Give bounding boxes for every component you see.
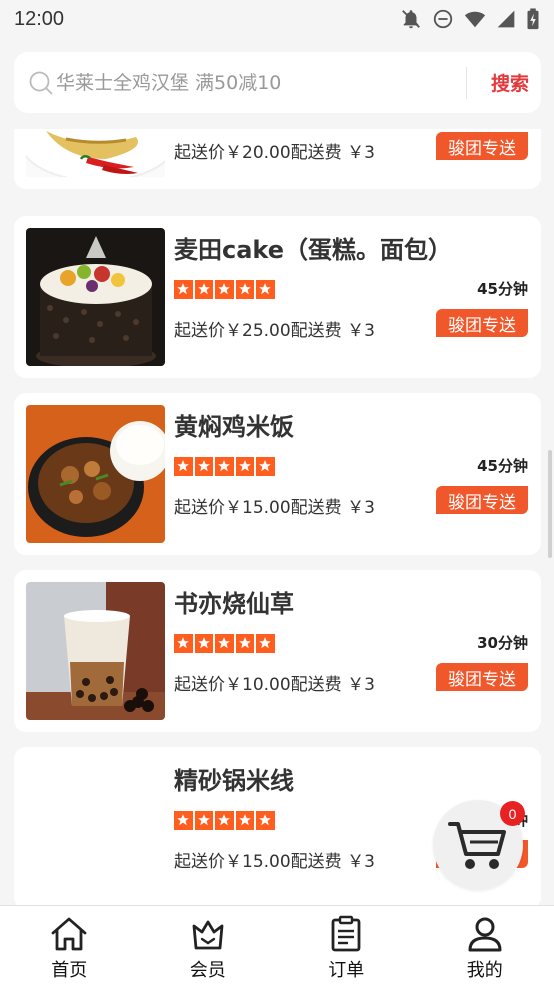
shop-image-bubble-tea [26,582,165,720]
shop-fee: 起送价￥25.00配送费 ￥3 [174,321,375,341]
star-icon [235,811,254,830]
do-not-disturb-icon [433,9,453,29]
nav-item-home[interactable]: 首页 [0,906,139,985]
notifications-off-icon [402,10,420,29]
shop-card[interactable]: 书亦烧仙草 30分钟 起送价￥10.00配送费 ￥3 骏团专送 [14,570,541,732]
scrollbar[interactable] [548,450,552,558]
nav-label: 会员 [189,960,226,981]
shopping-cart-icon [448,822,506,869]
nav-item-orders[interactable]: 订单 [277,906,416,985]
star-icon [174,457,193,476]
star-rating [174,280,275,299]
home-icon [51,917,87,951]
star-icon [235,280,254,299]
status-bar: 12:00 [0,0,554,38]
shop-fee: 起送价￥15.00配送费 ￥3 [174,498,375,518]
star-icon [256,634,275,653]
delivery-time: 30分钟 [477,634,528,652]
shop-card[interactable]: 起送价￥20.00配送费 ￥3 骏团专送 [14,129,541,189]
delivery-time: 45分钟 [477,457,528,475]
star-icon [174,280,193,299]
star-icon [194,811,213,830]
shop-image-cake [26,228,165,366]
nav-label: 首页 [51,960,88,981]
star-icon [235,457,254,476]
search-button[interactable]: 搜索 [491,69,529,96]
status-time: 12:00 [14,7,65,30]
star-icon [256,457,275,476]
star-icon [194,457,213,476]
star-icon [174,634,193,653]
star-icon [194,280,213,299]
shop-name: 精砂锅米线 [174,767,294,795]
shop-card[interactable]: 黄焖鸡米饭 45分钟 起送价￥15.00配送费 ￥3 骏团专送 [14,393,541,555]
shop-name: 黄焖鸡米饭 [174,413,294,441]
search-bar: 搜索 [14,52,541,113]
delivery-tag: 骏团专送 [436,663,528,691]
star-icon [215,280,234,299]
nav-item-profile[interactable]: 我的 [416,906,554,985]
delivery-tag: 骏团专送 [436,309,528,337]
shop-fee: 起送价￥20.00配送费 ￥3 [174,143,375,163]
star-rating [174,457,275,476]
star-icon [194,634,213,653]
battery-charging-icon [527,8,539,30]
shop-image-placeholder [26,759,165,897]
shop-fee: 起送价￥10.00配送费 ￥3 [174,675,375,695]
shop-image-peppers [26,129,165,179]
order-icon [331,915,361,952]
nav-label: 我的 [466,960,503,981]
delivery-time: 45分钟 [477,280,528,298]
star-icon [215,457,234,476]
nav-item-member[interactable]: 会员 [139,906,278,985]
signal-icon [497,10,515,28]
shop-card[interactable]: 麦田cake（蛋糕。面包） 45分钟 起送价￥25.00配送费 ￥3 骏团专送 [14,216,541,378]
shop-name: 书亦烧仙草 [174,590,294,618]
member-icon [192,920,224,950]
wifi-icon [464,11,486,28]
search-divider [465,66,467,99]
star-icon [235,634,254,653]
star-icon [215,811,234,830]
shop-name: 麦田cake（蛋糕。面包） [174,236,453,264]
shop-fee: 起送价￥15.00配送费 ￥3 [174,852,375,872]
nav-label: 订单 [328,960,365,981]
star-icon [215,634,234,653]
star-icon [256,280,275,299]
star-icon [174,811,193,830]
search-icon [29,71,53,95]
delivery-tag: 骏团专送 [436,486,528,514]
search-input[interactable] [56,71,436,94]
shop-image-braised-chicken [26,405,165,543]
bottom-nav: 首页 会员 订单 我的 [0,905,554,985]
status-icons [400,8,540,30]
star-icon [256,811,275,830]
star-rating [174,811,275,830]
delivery-tag: 骏团专送 [436,132,528,160]
star-rating [174,634,275,653]
shop-list[interactable]: 起送价￥20.00配送费 ￥3 骏团专送 麦田cake（蛋糕。面包） 45分钟 … [0,129,554,905]
profile-icon [468,917,502,952]
cart-count-badge: 0 [500,801,525,826]
